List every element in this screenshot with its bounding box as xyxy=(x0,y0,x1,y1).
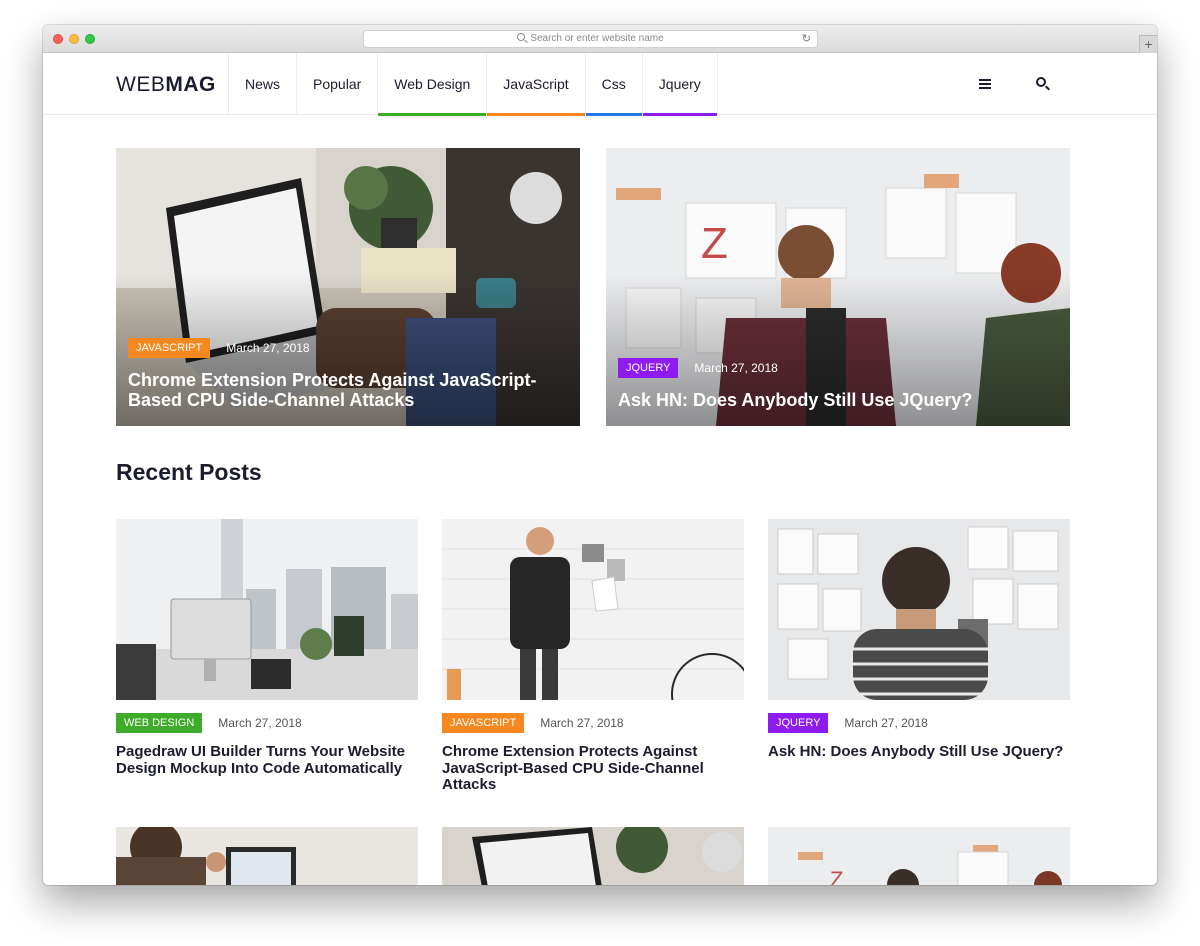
featured-title[interactable]: Chrome Extension Protects Against JavaSc… xyxy=(128,370,550,410)
post-date: March 27, 2018 xyxy=(218,716,302,730)
post-date: March 27, 2018 xyxy=(844,716,928,730)
recent-post-card[interactable] xyxy=(116,827,418,885)
thumbnail-image-whiteboard-people: Z xyxy=(768,827,1070,885)
post-thumbnail xyxy=(768,519,1070,700)
new-tab-button[interactable]: + xyxy=(1139,35,1157,53)
nav-item-web-design[interactable]: Web Design xyxy=(378,53,488,116)
category-badge[interactable]: JAVASCRIPT xyxy=(442,713,525,733)
recent-post-card[interactable] xyxy=(442,827,744,885)
nav-item-jquery[interactable]: Jquery xyxy=(642,53,718,116)
post-date: March 27, 2018 xyxy=(694,361,778,375)
recent-post-card[interactable]: WEB DESIGN March 27, 2018 Pagedraw UI Bu… xyxy=(116,519,418,777)
thumbnail-image-laptop-desk xyxy=(442,827,744,885)
recent-post-card[interactable]: JQUERY March 27, 2018 Ask HN: Does Anybo… xyxy=(768,519,1070,761)
nav-underline-javascript xyxy=(487,113,585,116)
hamburger-icon[interactable] xyxy=(979,79,991,89)
post-meta: WEB DESIGN March 27, 2018 xyxy=(116,713,418,733)
thumbnail-image-man-at-wall xyxy=(442,519,744,700)
reload-icon[interactable]: ↻ xyxy=(802,31,811,47)
nav-item-label: Popular xyxy=(313,76,362,92)
nav-item-news[interactable]: News xyxy=(229,53,298,115)
post-thumbnail xyxy=(116,519,418,700)
category-badge[interactable]: JAVASCRIPT xyxy=(128,338,211,358)
address-bar[interactable]: Search or enter website name ↻ xyxy=(363,30,818,48)
nav-item-css[interactable]: Css xyxy=(585,53,643,116)
recent-post-card[interactable]: JAVASCRIPT March 27, 2018 Chrome Extensi… xyxy=(442,519,744,794)
nav-underline-jquery xyxy=(642,113,717,116)
category-badge[interactable]: WEB DESIGN xyxy=(116,713,203,733)
post-title[interactable]: Pagedraw UI Builder Turns Your Website D… xyxy=(116,743,418,777)
nav-item-label: News xyxy=(245,76,281,92)
nav-item-label: Web Design xyxy=(394,76,471,92)
search-icon[interactable] xyxy=(1036,77,1050,91)
post-meta: JAVASCRIPT March 27, 2018 xyxy=(442,713,744,733)
browser-window: Search or enter website name ↻ + WEBMAG … xyxy=(43,25,1157,885)
nav-item-label: Css xyxy=(601,76,626,92)
address-bar-placeholder: Search or enter website name xyxy=(530,33,664,44)
thumbnail-image-office-desk xyxy=(116,519,418,700)
thumbnail-image-people-laptop xyxy=(116,827,418,885)
nav-item-label: JavaScript xyxy=(503,76,569,92)
featured-title[interactable]: Ask HN: Does Anybody Still Use JQuery? xyxy=(618,390,1040,410)
logo-bold-text: MAG xyxy=(165,73,216,96)
minimize-window-button[interactable] xyxy=(69,34,79,44)
nav-item-javascript[interactable]: JavaScript xyxy=(487,53,586,116)
category-badge[interactable]: JQUERY xyxy=(618,358,679,378)
logo-light-text: WEB xyxy=(116,73,166,96)
nav-item-label: Jquery xyxy=(658,76,701,92)
featured-post[interactable]: JAVASCRIPT March 27, 2018 Chrome Extensi… xyxy=(116,148,580,426)
main-nav: News Popular Web Design JavaScript Css J… xyxy=(228,53,718,116)
post-date: March 27, 2018 xyxy=(226,341,310,355)
zoom-window-button[interactable] xyxy=(85,34,95,44)
nav-underline-web-design xyxy=(378,113,487,116)
post-meta: JQUERY March 27, 2018 xyxy=(768,713,1070,733)
recent-post-card[interactable]: Z xyxy=(768,827,1070,885)
close-window-button[interactable] xyxy=(53,34,63,44)
nav-item-popular[interactable]: Popular xyxy=(297,53,379,115)
featured-post[interactable]: Z JQUERY March 27, 2018 Ask HN: Does Any… xyxy=(606,148,1070,426)
post-date: March 27, 2018 xyxy=(540,716,624,730)
search-icon xyxy=(517,33,526,41)
post-title[interactable]: Chrome Extension Protects Against JavaSc… xyxy=(442,743,744,794)
svg-text:Z: Z xyxy=(830,867,843,885)
category-badge[interactable]: JQUERY xyxy=(768,713,829,733)
post-title[interactable]: Ask HN: Does Anybody Still Use JQuery? xyxy=(768,743,1070,761)
recent-posts-heading: Recent Posts xyxy=(116,459,262,485)
featured-image-whiteboard-people: Z xyxy=(606,148,1070,426)
site-logo[interactable]: WEBMAG xyxy=(116,73,216,97)
nav-underline-css xyxy=(585,113,642,116)
post-thumbnail xyxy=(442,519,744,700)
featured-meta: JQUERY March 27, 2018 xyxy=(618,358,778,378)
featured-meta: JAVASCRIPT March 27, 2018 xyxy=(128,338,310,358)
thumbnail-image-man-at-board xyxy=(768,519,1070,700)
browser-titlebar: Search or enter website name ↻ + xyxy=(43,25,1157,53)
site-header: WEBMAG News Popular Web Design JavaScrip… xyxy=(43,53,1157,116)
